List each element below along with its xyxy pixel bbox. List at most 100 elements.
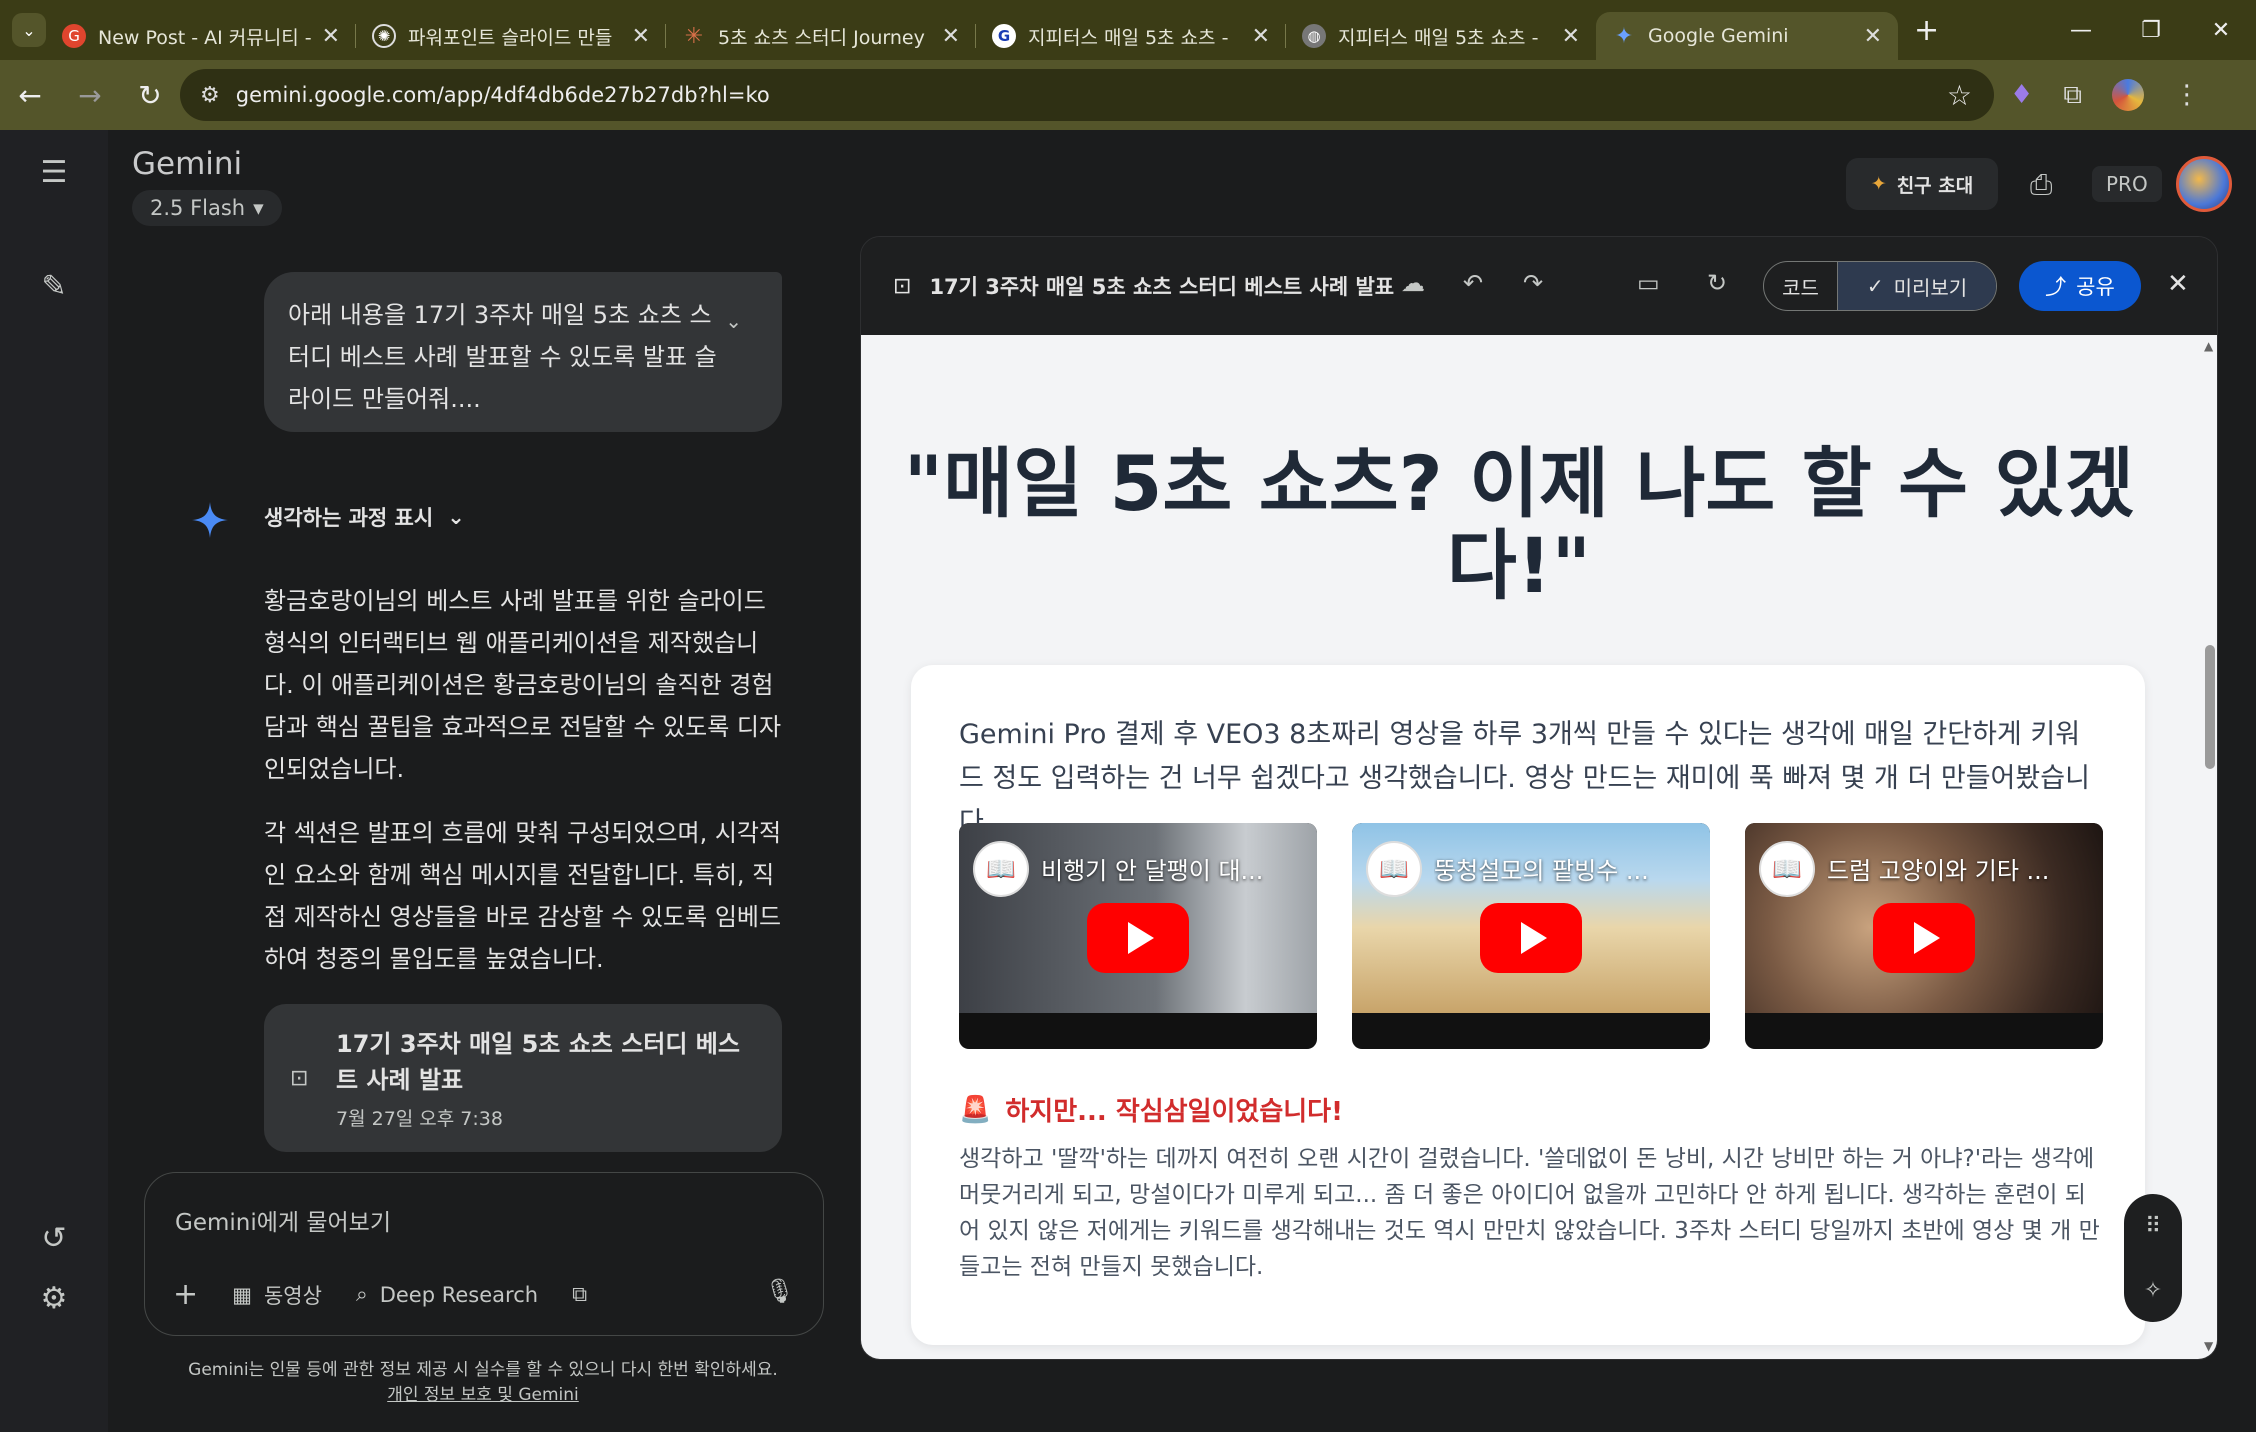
history-icon[interactable]: ↺ (34, 1218, 74, 1258)
video-title[interactable]: 뚱청설모의 팥빙수 ... (1434, 851, 1696, 886)
undo-icon[interactable]: ↶ (1463, 269, 1483, 297)
play-button[interactable] (1087, 903, 1189, 973)
omnibox[interactable]: ⚙ gemini.google.com/app/4df4db6de27b27db… (180, 69, 1994, 121)
close-window-button[interactable]: ✕ (2186, 0, 2256, 60)
show-thinking-toggle[interactable]: 생각하는 과정 표시 ⌄ (264, 502, 465, 532)
share-label: 공유 (2076, 275, 2115, 299)
reload-button[interactable]: ↻ (120, 79, 180, 112)
browser-tab[interactable]: ✳ 5초 쇼츠 스터디 Journey ✕ (666, 12, 976, 60)
toolbar-extensions: ♦ ⧉ ⋮ (2010, 60, 2200, 130)
browser-tab[interactable]: ◍ 지피터스 매일 5초 쇼츠 - ✕ (1286, 12, 1596, 60)
forward-button[interactable]: → (60, 79, 120, 112)
close-icon[interactable]: ✕ (1562, 24, 1580, 49)
canvas-title: 17기 3주차 매일 5초 쇼츠 스터디 베스트 사례 발표 (929, 275, 1395, 299)
canvas-tool-icon[interactable]: ⧉ (572, 1282, 587, 1307)
preview-scrollbar[interactable]: ▲ ▼ (2201, 335, 2217, 1359)
claude-icon: ✳ (684, 23, 704, 49)
video-title[interactable]: 비행기 안 달팽이 대... (1041, 851, 1303, 886)
play-button[interactable] (1873, 903, 1975, 973)
play-button[interactable] (1480, 903, 1582, 973)
model-selector[interactable]: 2.5 Flash ▾ (132, 190, 282, 226)
code-preview-toggle: 코드 ✓ 미리보기 (1763, 261, 1997, 311)
video-tool-label: 동영상 (263, 1283, 322, 1308)
warning-title: 하지만... 작심삼일이었습니다! (1005, 1097, 1343, 1127)
microphone-icon[interactable]: 🎙 (765, 1277, 795, 1305)
code-window-icon: ⊡ (290, 1066, 309, 1091)
redo-icon[interactable]: ↷ (1523, 269, 1543, 297)
close-icon[interactable]: ✕ (322, 24, 340, 49)
printer-icon[interactable]: ⎙ (2030, 168, 2052, 202)
add-icon[interactable]: + (173, 1277, 198, 1312)
artifact-card[interactable]: ⊡ 17기 3주차 매일 5초 쇼츠 스터디 베스트 사례 발표 7월 27일 … (264, 1004, 782, 1152)
scroll-down-arrow[interactable]: ▼ (2204, 1339, 2213, 1353)
tab-title: 지피터스 매일 5초 쇼츠 - (1028, 26, 1229, 49)
tab-title: 5초 쇼츠 스터디 Journey (718, 26, 925, 49)
video-embed[interactable]: 📖 드럼 고양이와 기타 ... (1745, 823, 2103, 1049)
invite-friend-button[interactable]: ✦ 친구 초대 (1846, 158, 1998, 210)
user-message-text: 아래 내용을 17기 3주차 매일 5초 쇼츠 스터디 베스트 사례 발표할 수… (288, 301, 717, 413)
tab-title: 지피터스 매일 5초 쇼츠 - (1338, 26, 1539, 49)
code-tab[interactable]: 코드 (1764, 262, 1838, 310)
new-chat-icon[interactable]: ✎ (34, 266, 74, 306)
browser-tab[interactable]: ✺ 파워포인트 슬라이드 만들 ✕ (356, 12, 666, 60)
chevron-down-icon[interactable]: ⌄ (725, 300, 742, 342)
close-icon[interactable]: ✕ (2167, 269, 2189, 299)
restore-button[interactable]: ❐ (2116, 0, 2186, 60)
url-text[interactable]: gemini.google.com/app/4df4db6de27b27db?h… (236, 83, 770, 107)
menu-icon[interactable]: ☰ (34, 152, 74, 192)
share-button[interactable]: ⤴ 공유 (2019, 261, 2141, 311)
privacy-link[interactable]: 개인 정보 보호 및 Gemini (387, 1385, 579, 1405)
preview-tab[interactable]: ✓ 미리보기 (1838, 262, 1996, 310)
profile-avatar[interactable] (2111, 79, 2144, 111)
back-button[interactable]: ← (0, 79, 60, 112)
more-menu-icon[interactable]: ⋮ (2174, 80, 2200, 110)
settings-icon[interactable]: ⚙ (34, 1278, 74, 1318)
bookmark-star-icon[interactable]: ☆ (1947, 79, 1972, 112)
prompt-input[interactable]: Gemini에게 물어보기 + ▦ 동영상 ⌕ Deep Research ⧉ … (144, 1172, 824, 1336)
tab-search-button[interactable]: ⌄ (12, 13, 46, 47)
caret-down-icon: ▾ (253, 196, 264, 220)
canvas-panel: ⊡ 17기 3주차 매일 5초 쇼츠 스터디 베스트 사례 발표 ☁ ↶ ↷ ▭… (860, 236, 2218, 1360)
close-icon[interactable]: ✕ (1252, 24, 1270, 49)
browser-tab[interactable]: G New Post - AI 커뮤니티 - ✕ (46, 12, 356, 60)
warning-body: 생각하고 '딸깍'하는 데까지 여전히 오랜 시간이 걸렸습니다. '쓸데없이 … (959, 1146, 2100, 1280)
browser-tab-active[interactable]: ✦ Google Gemini ✕ (1596, 12, 1898, 60)
thinking-label: 생각하는 과정 표시 (264, 506, 434, 530)
site-info-icon[interactable]: ⚙ (200, 83, 220, 108)
siren-icon: 🚨 (959, 1094, 992, 1125)
refresh-icon[interactable]: ↻ (1707, 269, 1727, 297)
account-avatar[interactable] (2176, 156, 2232, 212)
footer-disclaimer: Gemini는 인물 등에 관한 정보 제공 시 실수를 할 수 있으니 다시 … (108, 1358, 858, 1408)
ai-edit-icon[interactable]: ✧ (2144, 1278, 2162, 1303)
side-rail: ☰ ✎ ↺ ⚙ (0, 130, 108, 1432)
new-tab-button[interactable]: + (1914, 13, 1939, 48)
close-icon[interactable]: ✕ (1864, 24, 1882, 49)
minimize-button[interactable]: — (2046, 0, 2116, 60)
cloud-save-icon[interactable]: ☁ (1401, 269, 1425, 297)
video-title[interactable]: 드럼 고양이와 기타 ... (1827, 851, 2089, 886)
artifact-date: 7월 27일 오후 7:38 (336, 1108, 503, 1130)
video-tool-button[interactable]: ▦ 동영상 (232, 1280, 322, 1310)
deep-research-button[interactable]: ⌕ Deep Research (356, 1282, 538, 1307)
puzzle-icon[interactable]: ⧉ (2063, 80, 2082, 111)
close-icon[interactable]: ✕ (632, 24, 650, 49)
browser-tab[interactable]: G 지피터스 매일 5초 쇼츠 - ✕ (976, 12, 1286, 60)
film-icon: ▦ (232, 1282, 252, 1307)
code-window-icon: ⊡ (893, 273, 912, 299)
input-tools: + ▦ 동영상 ⌕ Deep Research ⧉ (173, 1277, 587, 1312)
invite-label: 친구 초대 (1896, 174, 1974, 197)
preview-area: "매일 5초 쇼츠? 이제 나도 할 수 있겠다!" Gemini Pro 결제… (861, 335, 2217, 1359)
prompt-placeholder[interactable]: Gemini에게 물어보기 (175, 1203, 391, 1237)
openai-icon: ✺ (372, 24, 396, 48)
scroll-thumb[interactable] (2205, 645, 2215, 769)
user-message: 아래 내용을 17기 3주차 매일 5초 쇼츠 스터디 베스트 사례 발표할 수… (264, 272, 782, 432)
console-icon[interactable]: ▭ (1637, 269, 1660, 297)
close-icon[interactable]: ✕ (942, 24, 960, 49)
scroll-up-arrow[interactable]: ▲ (2204, 339, 2213, 353)
drag-handle-icon[interactable]: ⠿ (2145, 1214, 2161, 1239)
extension-icon[interactable]: ♦ (2010, 80, 2033, 110)
video-embed[interactable]: 📖 뚱청설모의 팥빙수 ... (1352, 823, 1710, 1049)
disclaimer-text: Gemini는 인물 등에 관한 정보 제공 시 실수를 할 수 있으니 다시 … (188, 1360, 778, 1380)
address-bar-row: ← → ↻ ⚙ gemini.google.com/app/4df4db6de2… (0, 60, 2256, 130)
video-embed[interactable]: 📖 비행기 안 달팽이 대... (959, 823, 1317, 1049)
